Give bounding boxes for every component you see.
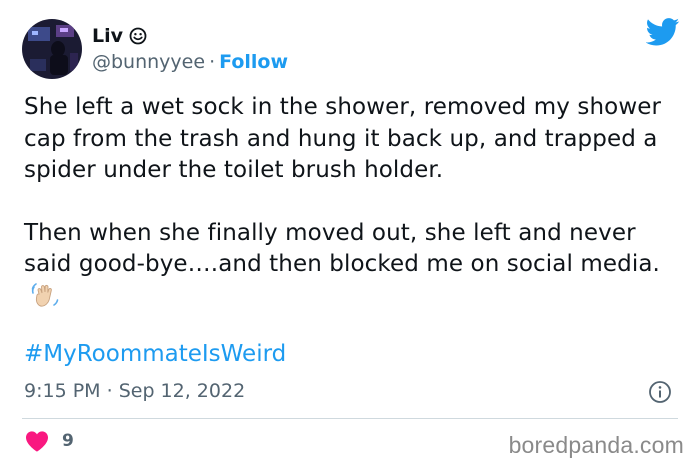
tweet-card: Liv @bunnyyee · Follow She left a wet so… [0, 0, 700, 471]
like-action[interactable]: 9 [24, 429, 74, 453]
tweet-text: She left a wet sock in the shower, remov… [24, 92, 684, 314]
waving-hand-icon [31, 282, 59, 307]
author-display-name[interactable]: Liv [92, 24, 123, 48]
handle-separator: · [209, 51, 216, 73]
watermark: boredpanda.com [508, 432, 684, 458]
info-icon[interactable] [648, 380, 672, 404]
author-names: Liv @bunnyyee · Follow [92, 24, 288, 74]
hashtag-link[interactable]: #MyRoommateIsWeird [24, 339, 286, 370]
heart-icon[interactable] [24, 429, 50, 453]
twitter-bird-icon[interactable] [646, 18, 680, 46]
author-name-row: Liv [92, 24, 288, 48]
author-handle-row: @bunnyyee · Follow [92, 50, 288, 74]
avatar-image [22, 19, 82, 79]
tweet-date: Sep 12, 2022 [118, 380, 246, 402]
tweet-paragraph-2: Then when she finally moved out, she lef… [24, 218, 684, 315]
tweet-time: 9:15 PM [24, 380, 101, 402]
tweet-paragraph-1: She left a wet sock in the shower, remov… [24, 94, 662, 183]
like-count: 9 [62, 431, 74, 451]
tweet-timestamp[interactable]: 9:15 PM · Sep 12, 2022 [24, 379, 245, 403]
divider [22, 418, 678, 419]
avatar[interactable] [22, 19, 82, 79]
tweet-header: Liv @bunnyyee · Follow [22, 18, 288, 80]
tweet-paragraph-2-text: Then when she finally moved out, she lef… [24, 219, 660, 278]
smiling-face-icon [129, 27, 147, 45]
follow-button[interactable]: Follow [219, 50, 288, 74]
author-handle[interactable]: @bunnyyee [92, 50, 205, 74]
timestamp-separator: · [106, 380, 113, 402]
